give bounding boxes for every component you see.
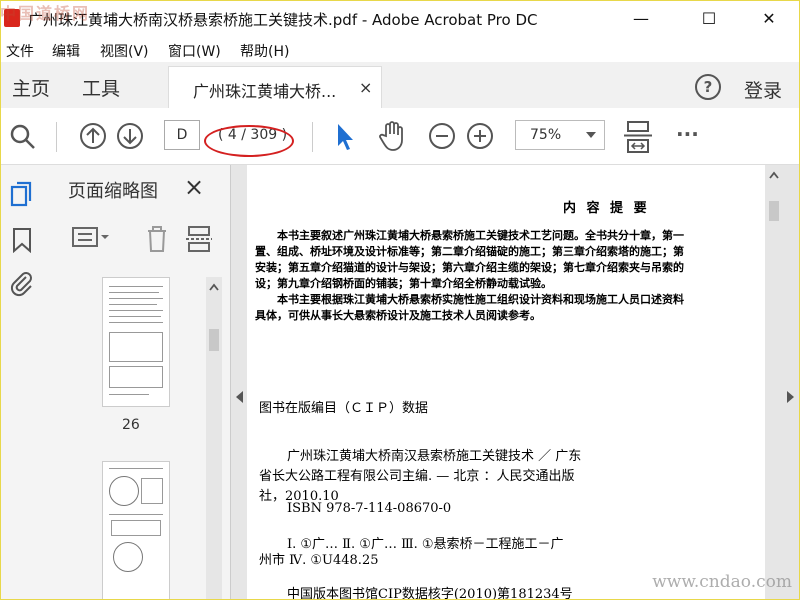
page-thumbnails-panel: 页面缩略图 × 26 [44,165,231,600]
zoom-level-dropdown[interactable]: 75% [515,120,605,150]
help-icon[interactable]: ? [695,74,721,100]
minimize-button[interactable]: — [618,4,664,34]
right-arrow-icon[interactable] [787,391,794,403]
menu-bar: 文件 编辑 视图(V) 窗口(W) 帮助(H) [0,38,800,62]
tab-bar: 主页 工具 广州珠江黄埔大桥... × ? 登录 [0,62,800,109]
toolbar-separator [312,122,313,152]
menu-file[interactable]: 文件 [6,41,34,61]
menu-window[interactable]: 窗口(W) [168,41,221,61]
cip-heading: 图书在版编目（ＣＩＰ）数据 [259,401,429,416]
thumb-text [109,322,163,323]
red-highlight-ellipse [204,125,294,157]
thumb-figure [113,542,143,572]
page-number-input[interactable]: D [164,120,200,150]
window-title: 广州珠江黄埔大桥南汉桥悬索桥施工关键技术.pdf - Adobe Acrobat… [28,11,538,29]
bookmark-icon[interactable] [12,227,32,253]
tab-tools[interactable]: 工具 [82,74,120,101]
thumb-text [109,394,149,395]
attachment-icon[interactable] [10,269,34,297]
cip-class-line: 州市 Ⅳ. ①U448.25 [259,553,379,568]
cip-line: ISBN 978-7-114-08670-0 [287,501,452,516]
login-button[interactable]: 登录 [744,76,782,103]
maximize-button[interactable]: ☐ [686,4,732,34]
pdf-page: 内 容 提 要 本书主要叙述广州珠江黄埔大桥悬索桥施工关键技术工艺问题。全书共分… [247,165,765,602]
thumbnail-page-label: 26 [122,417,140,433]
document-view: 内 容 提 要 本书主要叙述广州珠江黄埔大桥悬索桥施工关键技术工艺问题。全书共分… [231,165,800,602]
document-tab-label: 广州珠江黄埔大桥... [193,82,337,101]
thumb-text [109,310,163,311]
summary-line: 具体，可供从事长大悬索桥设计及施工技术人员阅读参考。 [255,309,541,322]
panel-title: 页面缩略图 [68,181,158,202]
tab-home[interactable]: 主页 [12,74,50,101]
page-thumbnail[interactable] [102,277,170,407]
cip-line: 省长大公路工程有限公司主编. — 北京 ：人民交通出版 [259,469,575,484]
left-arrow-icon[interactable] [236,391,243,403]
close-window-button[interactable]: ✕ [746,4,792,34]
delete-page-icon[interactable] [144,225,170,253]
zoom-level-value: 75% [530,127,562,143]
thumb-table [109,366,163,388]
select-tool-icon[interactable] [334,122,356,152]
menu-view[interactable]: 视图(V) [100,41,149,61]
thumb-text [109,514,163,515]
panel-close-icon[interactable]: × [184,173,204,201]
scrollbar-thumb[interactable] [769,201,779,221]
cip-line: 广州珠江黄埔大桥南汉悬索桥施工关键技术 ／ 广东 [287,449,582,464]
menu-edit[interactable]: 编辑 [52,41,80,61]
previous-page-icon[interactable] [79,122,107,150]
thumb-text [109,292,159,293]
thumb-figure [109,476,139,506]
thumb-figure [141,478,163,504]
summary-line: 本书主要叙述广州珠江黄埔大桥悬索桥施工关键技术工艺问题。全书共分十章，第一 [255,229,684,242]
site-watermark-top: 中国道桥网 [0,4,91,23]
title-bar: 广州珠江黄埔大桥南汉桥悬索桥施工关键技术.pdf - Adobe Acrobat… [0,0,800,38]
thumb-text [109,286,163,287]
toolbar-separator [56,122,57,152]
thumb-table [109,332,163,362]
thumbnail-options-icon[interactable] [72,225,112,249]
summary-line: 设；第九章介绍钢桥面的铺装；第十章介绍全桥静动载试验。 [255,277,552,290]
toolbar: D ( 4 / 309 ) 75% ··· [0,108,800,165]
search-icon[interactable] [10,124,36,150]
thumb-figure [111,520,161,536]
navigation-rail [0,165,45,600]
zoom-out-icon[interactable] [428,122,456,150]
document-tab-close-button[interactable]: × [359,78,372,97]
summary-line: 本书主要根据珠江黄埔大桥悬索桥实施性施工组织设计资料和现场施工人员口述资料 [255,293,684,306]
fit-page-icon[interactable] [624,120,652,154]
thumb-text [109,298,163,299]
thumbnail-scrollbar[interactable] [206,277,222,600]
chevron-down-icon [586,132,596,138]
tab-document[interactable]: 广州珠江黄埔大桥... × [168,66,382,109]
page-heading: 内 容 提 要 [563,201,650,216]
menu-help[interactable]: 帮助(H) [240,41,289,61]
hand-tool-icon[interactable] [378,120,408,152]
scroll-up-icon[interactable] [209,283,219,291]
more-tools-icon[interactable]: ··· [676,122,699,146]
thumb-text [109,316,161,317]
cip-number: 中国版本图书馆CIP数据核字(2010)第181234号 [287,587,573,602]
page-thumbnails-icon[interactable] [10,181,34,209]
thumb-text [109,468,163,469]
scrollbar-thumb[interactable] [209,329,219,351]
page-thumbnail[interactable] [102,461,170,600]
thumbnail-list: 26 [44,277,206,600]
site-watermark-bottom: www.cndao.com [652,572,792,592]
thumb-text [109,304,157,305]
zoom-in-icon[interactable] [466,122,494,150]
next-page-icon[interactable] [116,122,144,150]
document-scrollbar[interactable] [765,165,783,600]
insert-page-icon[interactable] [186,225,212,253]
scroll-up-icon[interactable] [769,171,779,179]
summary-line: 安装；第五章介绍猫道的设计与架设；第六章介绍主缆的架设；第七章介绍索夹与吊索的 [255,261,684,274]
summary-line: 置、组成、桥址环境及设计标准等；第二章介绍锚碇的施工；第三章介绍索塔的施工；第 [255,245,684,258]
